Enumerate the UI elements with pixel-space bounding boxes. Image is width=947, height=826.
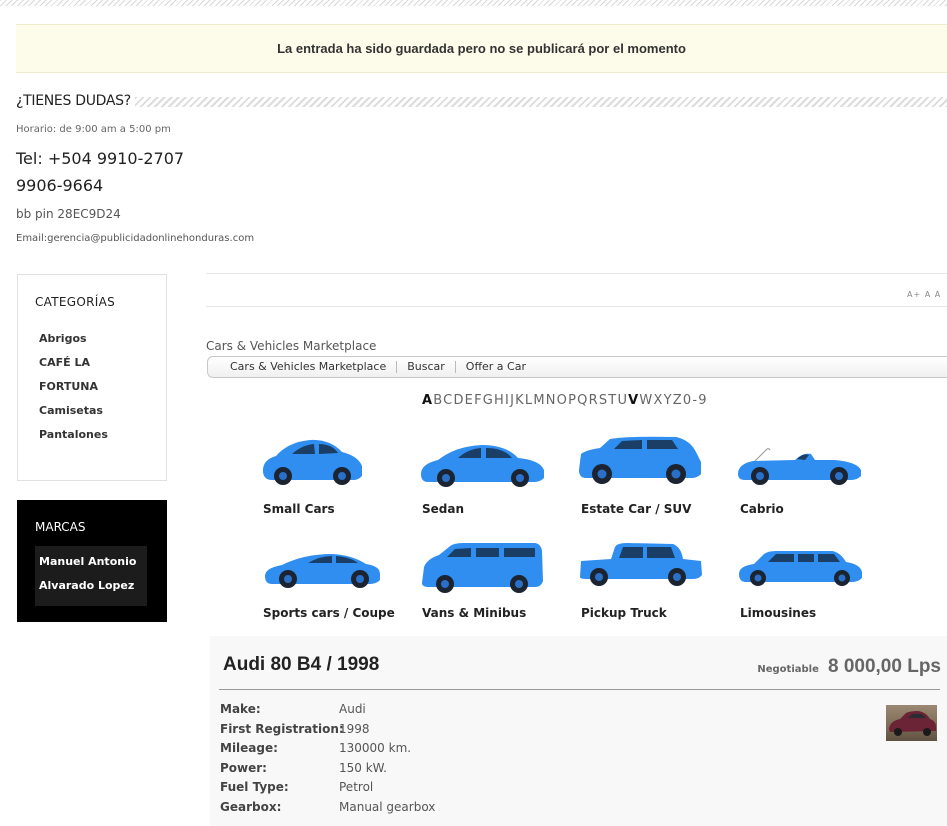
spec-key: Fuel Type: <box>220 780 289 794</box>
category-link-cafe-la-fortuna-cont[interactable]: FORTUNA <box>39 375 159 399</box>
spec-value: Manual gearbox <box>339 799 436 814</box>
category-link-camisetas[interactable]: Camisetas <box>39 399 159 423</box>
alphabet-letter-o[interactable]: O <box>557 393 568 408</box>
alphabet-letter-p[interactable]: P <box>568 393 577 408</box>
suv-icon[interactable] <box>576 434 726 486</box>
spec-value: 150 kW. <box>339 760 387 775</box>
listing-price: Negotiable 8 000,00 Lps <box>757 656 941 678</box>
menu-item-marketplace[interactable]: Cars & Vehicles Marketplace <box>220 361 398 373</box>
marketplace-menu: Cars & Vehicles Marketplace Buscar Offer… <box>207 356 947 378</box>
listing-thumbnail[interactable] <box>886 705 937 741</box>
category-link-pantalones[interactable]: Pantalones <box>39 423 159 447</box>
price-value: 8 000,00 Lps <box>827 656 941 677</box>
van-icon[interactable] <box>419 541 569 595</box>
bb-pin: bb pin 28EC9D24 <box>16 207 121 221</box>
alphabet-letter-w[interactable]: W <box>639 393 653 408</box>
save-notice: La entrada ha sido guardada pero no se p… <box>16 24 947 73</box>
alphabet-letter-u[interactable]: U <box>617 393 628 408</box>
spec-value: 130000 km. <box>339 741 412 755</box>
marketplace-title: Cars & Vehicles Marketplace <box>206 339 377 353</box>
spec-key: Mileage: <box>220 741 278 755</box>
spec-key: Power: <box>220 760 267 775</box>
alphabet-letter-b[interactable]: B <box>433 393 443 408</box>
listing-divider <box>219 689 940 690</box>
alphabet-letter-m[interactable]: M <box>533 393 545 408</box>
brand-link-alvarado-lopez[interactable]: Alvarado Lopez <box>35 574 147 598</box>
alphabet-letter-n[interactable]: N <box>546 393 557 408</box>
spec-key: Gearbox: <box>220 799 282 814</box>
font-size-controls[interactable]: A+ A A <box>907 290 941 299</box>
menu-item-buscar[interactable]: Buscar <box>397 361 456 373</box>
alphabet-letter-e[interactable]: E <box>465 393 474 408</box>
listing-title[interactable]: Audi 80 B4 / 1998 <box>223 654 379 676</box>
phone-number: Tel: +504 9910-2707 <box>16 149 185 168</box>
car-type-label-suv[interactable]: Estate Car / SUV <box>581 502 691 516</box>
alphabet-letter-s[interactable]: S <box>599 393 608 408</box>
menu-item-offer-car[interactable]: Offer a Car <box>456 361 536 373</box>
spec-value: Audi <box>339 702 366 716</box>
alphabet-letter-y[interactable]: Y <box>664 393 673 408</box>
contact-title-hatch <box>135 97 947 107</box>
alphabet-letter-g[interactable]: G <box>483 393 494 408</box>
alphabet-letter-c[interactable]: C <box>443 393 453 408</box>
top-decorative-border <box>0 0 947 6</box>
alphabet-letter-k[interactable]: K <box>515 393 525 408</box>
brands-title: MARCAS <box>35 520 86 534</box>
phone-number-alt: 9906-9664 <box>16 176 104 195</box>
car-type-label-sedan[interactable]: Sedan <box>422 502 464 516</box>
save-notice-message: La entrada ha sido guardada pero no se p… <box>277 41 686 56</box>
categories-widget: CATEGORÍAS Abrigos CAFÉ LA FORTUNA Camis… <box>17 274 167 481</box>
contact-email: Email:gerencia@publicidadonlinehonduras.… <box>16 233 255 244</box>
cabrio-icon[interactable] <box>735 446 885 488</box>
small-car-icon[interactable] <box>258 432 408 488</box>
alphabet-filter: ABCDEFGHIJKLMNOPQRSTUVWXYZ0-9 <box>422 393 708 408</box>
categories-title: CATEGORÍAS <box>35 295 116 309</box>
limousine-icon[interactable] <box>736 548 886 588</box>
content-divider-top <box>206 273 947 274</box>
alphabet-letter-x[interactable]: X <box>653 393 663 408</box>
car-type-label-small[interactable]: Small Cars <box>263 502 335 516</box>
alphabet-letter-v[interactable]: V <box>628 393 639 408</box>
alphabet-letter-0-9[interactable]: 0-9 <box>683 393 708 408</box>
alphabet-letter-d[interactable]: D <box>453 393 464 408</box>
negotiable-label: Negotiable <box>757 664 819 675</box>
category-link-cafe-la-fortuna[interactable]: CAFÉ LA <box>39 351 159 375</box>
spec-value: 1998 <box>339 721 370 736</box>
car-type-label-limousine[interactable]: Limousines <box>740 606 816 620</box>
spec-value: Petrol <box>339 780 374 794</box>
sports-car-icon[interactable] <box>262 550 412 590</box>
spec-key: First Registration: <box>220 721 344 736</box>
contact-title: ¿TIENES DUDAS? <box>16 93 131 109</box>
alphabet-letter-z[interactable]: Z <box>673 393 683 408</box>
car-listing: Audi 80 B4 / 1998 Negotiable 8 000,00 Lp… <box>210 636 947 826</box>
alphabet-letter-q[interactable]: Q <box>577 393 588 408</box>
alphabet-letter-a[interactable]: A <box>422 393 433 408</box>
alphabet-letter-h[interactable]: H <box>494 393 505 408</box>
pickup-truck-icon[interactable] <box>577 541 727 589</box>
car-type-label-van[interactable]: Vans & Minibus <box>422 606 526 620</box>
business-hours: Horario: de 9:00 am a 5:00 pm <box>16 124 171 135</box>
car-type-label-sports[interactable]: Sports cars / Coupe <box>263 606 395 620</box>
brands-widget: MARCAS Manuel Antonio Alvarado Lopez <box>17 500 167 622</box>
sedan-icon[interactable] <box>418 438 568 490</box>
spec-key: Make: <box>220 702 261 716</box>
alphabet-letter-r[interactable]: R <box>589 393 599 408</box>
categories-list: Abrigos CAFÉ LA FORTUNA Camisetas Pantal… <box>39 327 159 447</box>
alphabet-letter-f[interactable]: F <box>474 393 483 408</box>
brands-list: Manuel Antonio Alvarado Lopez <box>35 546 147 606</box>
brand-link-manuel-antonio[interactable]: Manuel Antonio <box>35 550 147 574</box>
category-link-abrigos[interactable]: Abrigos <box>39 327 159 351</box>
car-type-label-cabrio[interactable]: Cabrio <box>740 502 784 516</box>
car-type-label-pickup[interactable]: Pickup Truck <box>581 606 667 620</box>
content-divider-bottom <box>206 306 947 307</box>
